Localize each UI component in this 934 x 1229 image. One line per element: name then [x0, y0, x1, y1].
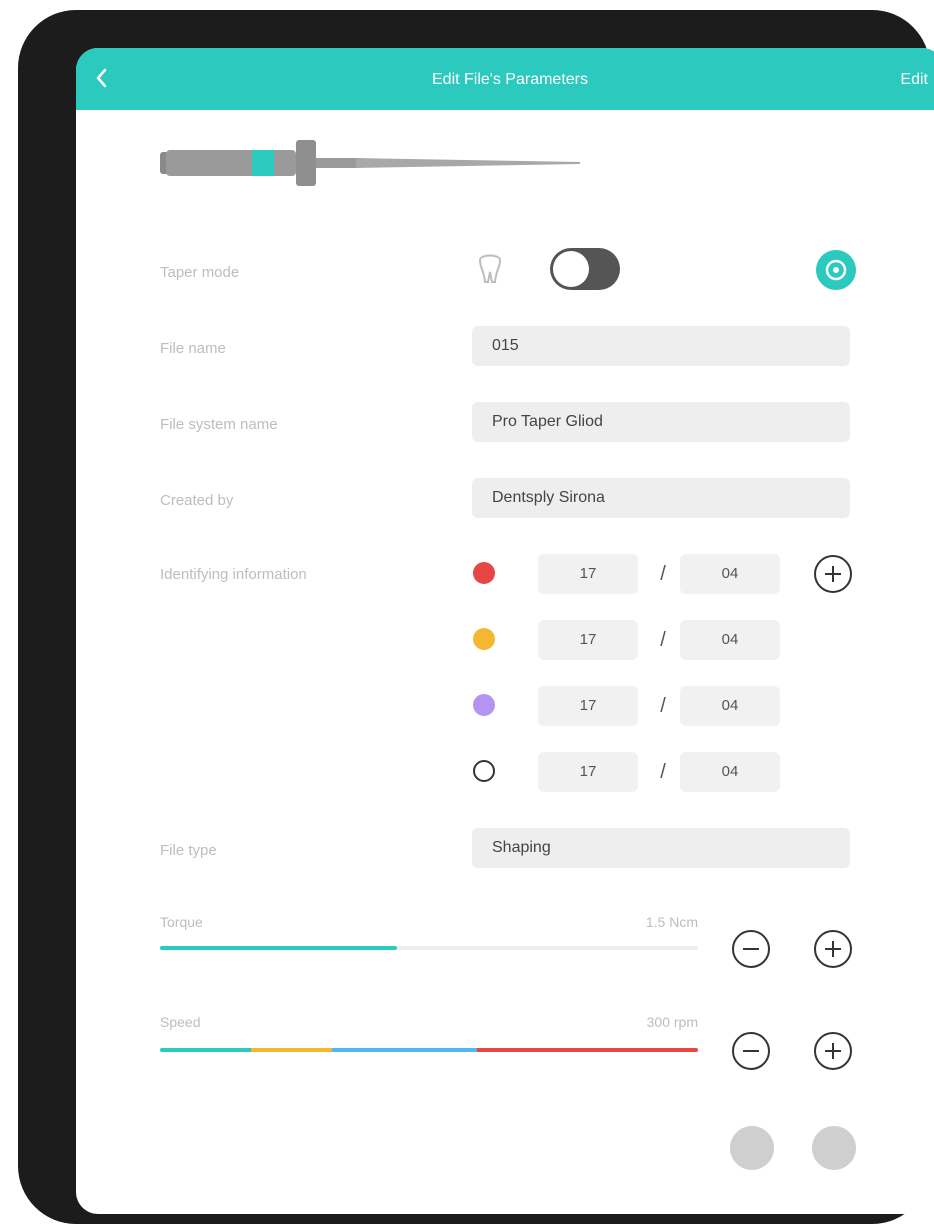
navigation-bar: Edit File's Parameters Edit [76, 48, 934, 110]
taper-field-3[interactable]: 04 [680, 686, 780, 726]
separator: / [660, 761, 666, 783]
torque-decrease-button[interactable] [732, 930, 770, 968]
speed-value: 300 rpm [646, 1014, 698, 1030]
taper-field-4[interactable]: 04 [680, 752, 780, 792]
size-field-4[interactable]: 17 [538, 752, 638, 792]
taper-mode-toggle[interactable] [550, 248, 620, 290]
created-by-field[interactable]: Dentsply Sirona [472, 478, 850, 518]
identifying-info-label: Identifying information [160, 566, 307, 583]
plus-circle-icon [825, 1043, 841, 1059]
color-dot-purple[interactable] [473, 694, 495, 716]
add-identifier-button[interactable] [814, 555, 852, 593]
torque-slider[interactable] [160, 946, 698, 950]
color-dot-yellow[interactable] [473, 628, 495, 650]
separator: / [660, 563, 666, 585]
taper-mode-label: Taper mode [160, 264, 240, 281]
speed-segment-red [477, 1048, 698, 1052]
speed-label: Speed [160, 1014, 201, 1030]
size-field-2[interactable]: 17 [538, 620, 638, 660]
torque-increase-button[interactable] [814, 930, 852, 968]
settings-icon [825, 259, 847, 281]
system-name-label: File system name [160, 416, 278, 433]
file-name-field[interactable]: 015 [472, 326, 850, 366]
file-type-field[interactable]: Shaping [472, 828, 850, 868]
taper-field-2[interactable]: 04 [680, 620, 780, 660]
minus-circle-icon [743, 1050, 759, 1052]
system-name-field[interactable]: Pro Taper Gliod [472, 402, 850, 442]
file-type-label: File type [160, 842, 217, 859]
created-by-label: Created by [160, 492, 234, 509]
separator: / [660, 695, 666, 717]
page-title: Edit File's Parameters [432, 71, 588, 88]
bottom-action-button-1[interactable] [730, 1126, 774, 1170]
bottom-action-button-2[interactable] [812, 1126, 856, 1170]
speed-segment-teal [160, 1048, 252, 1052]
size-field-1[interactable]: 17 [538, 554, 638, 594]
torque-slider-fill [160, 946, 397, 950]
toggle-knob [553, 251, 589, 287]
speed-slider[interactable] [160, 1048, 698, 1052]
separator: / [660, 629, 666, 651]
color-dot-red[interactable] [473, 562, 495, 584]
device-frame: Edit File's Parameters Edit Taper mode F… [18, 10, 934, 1224]
speed-segment-yellow [251, 1048, 333, 1052]
plus-circle-icon [825, 941, 841, 957]
plus-circle-icon [825, 566, 841, 582]
app-screen: Edit File's Parameters Edit Taper mode F… [76, 48, 934, 1214]
torque-value: 1.5 Ncm [645, 914, 698, 930]
color-dot-empty[interactable] [473, 760, 495, 782]
speed-decrease-button[interactable] [732, 1032, 770, 1070]
speed-increase-button[interactable] [814, 1032, 852, 1070]
edit-button[interactable]: Edit [900, 71, 928, 89]
tooth-icon [478, 254, 502, 283]
teal-circle-icon[interactable] [816, 250, 856, 290]
file-name-label: File name [160, 340, 226, 357]
speed-segment-blue [332, 1048, 478, 1052]
endo-file-illustration [160, 140, 580, 186]
size-field-3[interactable]: 17 [538, 686, 638, 726]
torque-label: Torque [160, 914, 203, 930]
minus-circle-icon [743, 948, 759, 950]
taper-field-1[interactable]: 04 [680, 554, 780, 594]
